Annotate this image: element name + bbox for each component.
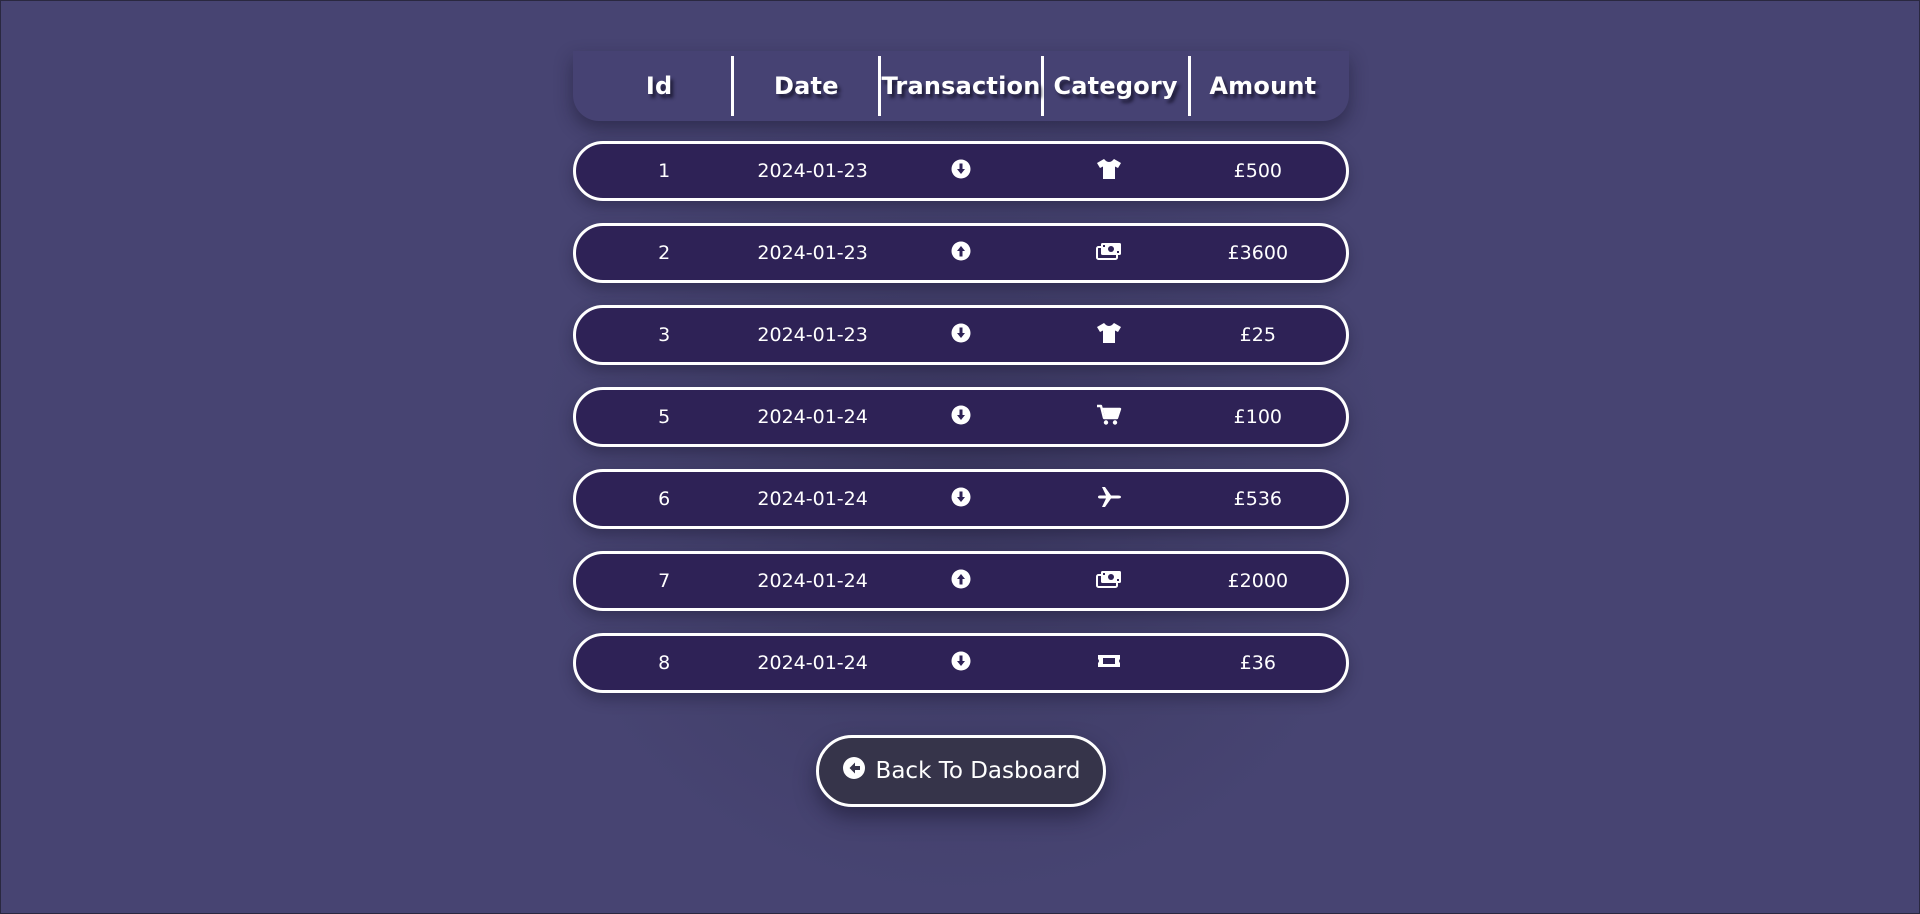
table-body: 1 2024-01-23 £500 2 2024-01-23 £3600 3 2024-01-… [573, 141, 1349, 693]
row-transaction [887, 159, 1035, 184]
row-transaction [887, 487, 1035, 512]
arrow-down-circle-icon [951, 323, 971, 348]
table-row: 8 2024-01-24 £36 [573, 633, 1349, 693]
money-icon [1096, 568, 1122, 595]
row-id: 1 [658, 160, 671, 182]
row-date: 2024-01-23 [757, 160, 868, 182]
arrow-left-circle-icon [842, 756, 866, 786]
row-amount: £3600 [1227, 242, 1289, 264]
arrow-up-circle-icon [951, 241, 971, 266]
row-category [1035, 240, 1183, 267]
row-category [1035, 486, 1183, 513]
row-id: 7 [658, 570, 671, 592]
header-amount: Amount [1209, 72, 1317, 100]
tshirt-icon [1096, 158, 1122, 185]
row-transaction [887, 569, 1035, 594]
plane-icon [1096, 486, 1122, 513]
tshirt-icon [1096, 322, 1122, 349]
row-id: 8 [658, 652, 671, 674]
arrow-up-circle-icon [951, 569, 971, 594]
row-amount: £36 [1239, 652, 1276, 674]
row-amount: £25 [1239, 324, 1276, 346]
table-row: 5 2024-01-24 £100 [573, 387, 1349, 447]
money-icon [1096, 240, 1122, 267]
back-to-dashboard-button[interactable]: Back To Dasboard [816, 735, 1106, 807]
row-category [1035, 404, 1183, 431]
row-category [1035, 158, 1183, 185]
row-id: 3 [658, 324, 671, 346]
row-id: 2 [658, 242, 671, 264]
cart-icon [1096, 404, 1122, 431]
table-row: 7 2024-01-24 £2000 [573, 551, 1349, 611]
arrow-down-circle-icon [951, 651, 971, 676]
header-transaction: Transaction [881, 56, 1044, 116]
row-id: 5 [658, 406, 671, 428]
ticket-icon [1096, 650, 1122, 677]
table-header: Id Date Transaction Category Amount [573, 51, 1349, 121]
row-date: 2024-01-24 [757, 488, 868, 510]
row-date: 2024-01-24 [757, 570, 868, 592]
header-id: Id [587, 56, 735, 116]
transactions-table: Id Date Transaction Category Amount 1 202… [573, 51, 1349, 715]
table-row: 1 2024-01-23 £500 [573, 141, 1349, 201]
row-date: 2024-01-24 [757, 652, 868, 674]
arrow-down-circle-icon [951, 159, 971, 184]
row-category [1035, 322, 1183, 349]
back-button-label: Back To Dasboard [875, 758, 1081, 784]
row-transaction [887, 323, 1035, 348]
row-amount: £536 [1233, 488, 1282, 510]
header-category: Category [1044, 56, 1191, 116]
arrow-down-circle-icon [951, 487, 971, 512]
row-category [1035, 650, 1183, 677]
header-date: Date [734, 56, 882, 116]
row-amount: £100 [1233, 406, 1282, 428]
table-row: 6 2024-01-24 £536 [573, 469, 1349, 529]
row-id: 6 [658, 488, 671, 510]
row-category [1035, 568, 1183, 595]
row-date: 2024-01-23 [757, 324, 868, 346]
row-amount: £2000 [1227, 570, 1289, 592]
row-transaction [887, 405, 1035, 430]
arrow-down-circle-icon [951, 405, 971, 430]
row-transaction [887, 241, 1035, 266]
table-row: 2 2024-01-23 £3600 [573, 223, 1349, 283]
table-row: 3 2024-01-23 £25 [573, 305, 1349, 365]
row-date: 2024-01-24 [757, 406, 868, 428]
row-transaction [887, 651, 1035, 676]
row-date: 2024-01-23 [757, 242, 868, 264]
row-amount: £500 [1233, 160, 1282, 182]
